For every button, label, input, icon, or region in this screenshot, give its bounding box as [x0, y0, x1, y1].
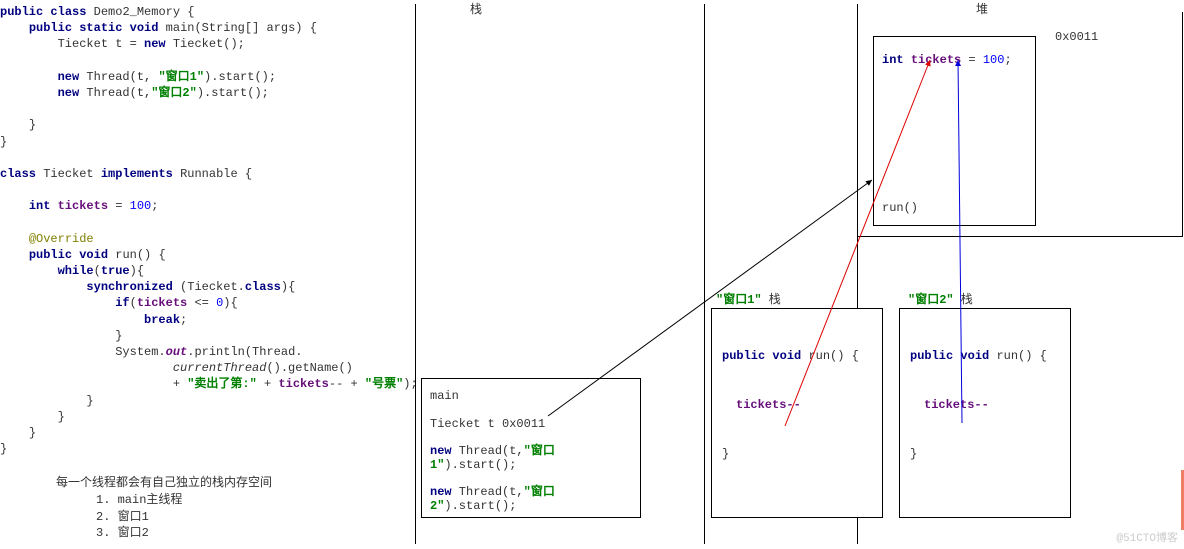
note-line: 1. main主线程 — [96, 492, 272, 509]
heap-object: int tickets = 100; run() — [873, 36, 1036, 226]
heap-run-method: run() — [882, 201, 918, 215]
code-notes: 每一个线程都会有自己独立的栈内存空间 1. main主线程 2. 窗口1 3. … — [56, 475, 272, 542]
heap-header: 堆 — [976, 0, 988, 17]
close-brace: } — [910, 447, 1060, 461]
run-sig: public void run() { — [910, 349, 1060, 363]
heap-address: 0x0011 — [1055, 30, 1098, 44]
note-line: 3. 窗口2 — [96, 525, 272, 542]
stack-frame-main: main Tiecket t 0x0011 new Thread(t,"窗口1"… — [421, 378, 641, 518]
run-sig: public void run() { — [722, 349, 872, 363]
source-code: public class Demo2_Memory { public stati… — [0, 4, 415, 457]
ref-line: Tiecket t 0x0011 — [430, 417, 632, 431]
thread-1-start: new Thread(t,"窗口1").start(); — [430, 441, 632, 472]
stack-left-line — [415, 4, 416, 544]
window1-stack-label: "窗口1" 栈 — [716, 290, 781, 307]
note-line: 2. 窗口1 — [96, 509, 272, 526]
tickets-dec: tickets-- — [736, 398, 872, 412]
heap-right-line — [1182, 12, 1183, 237]
note-line: 每一个线程都会有自己独立的栈内存空间 — [56, 475, 272, 492]
close-brace: } — [722, 447, 872, 461]
stack-right-line — [704, 4, 705, 544]
stack-frame-window2: public void run() { tickets-- } — [899, 308, 1071, 518]
heap-bottom-line — [857, 236, 1183, 237]
tickets-dec: tickets-- — [924, 398, 1060, 412]
stack-header: 栈 — [470, 0, 482, 17]
window2-stack-label: "窗口2" 栈 — [908, 290, 973, 307]
main-label: main — [430, 389, 632, 403]
thread-2-start: new Thread(t,"窗口2").start(); — [430, 482, 632, 513]
stack-frame-window1: public void run() { tickets-- } — [711, 308, 883, 518]
watermark: @51CTO博客 — [1116, 529, 1178, 545]
heap-field-tickets: int tickets = 100; — [882, 53, 1027, 67]
